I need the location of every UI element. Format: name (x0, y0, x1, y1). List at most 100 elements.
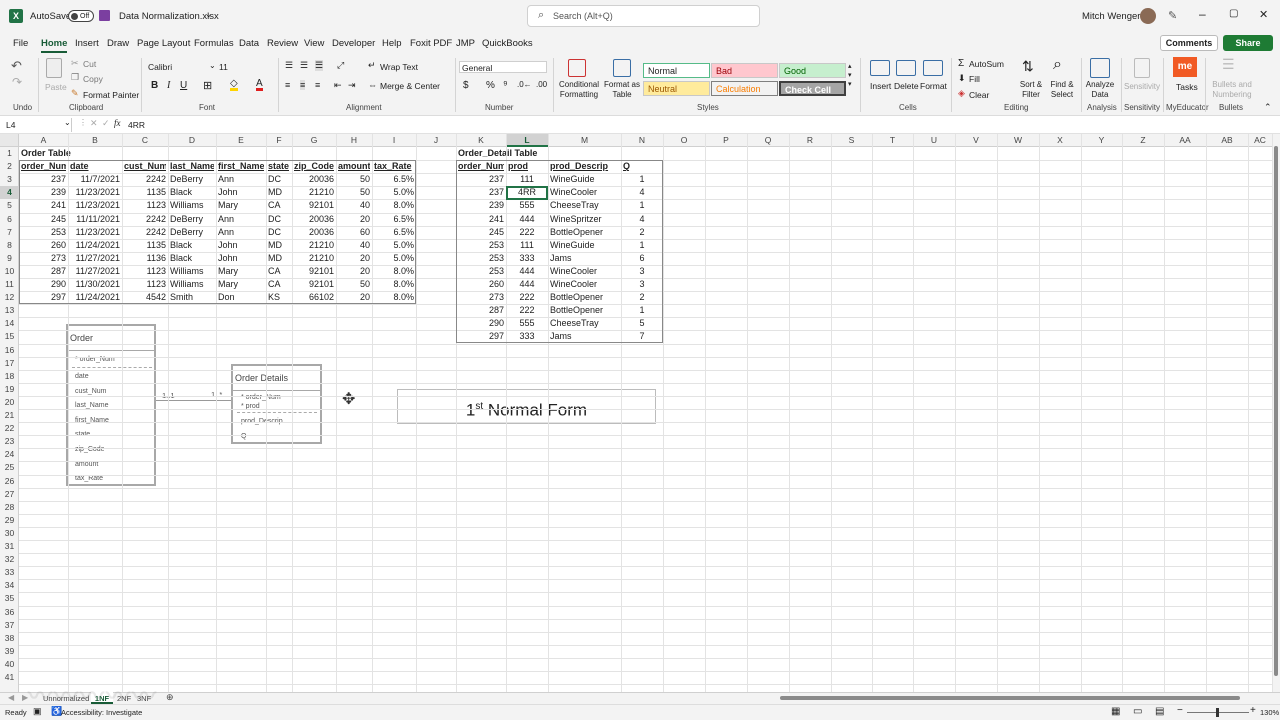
order-table-cell[interactable]: Ann (218, 173, 264, 187)
menu-page-layout[interactable]: Page Layout (137, 38, 190, 49)
order-table-cell[interactable]: 11/23/2021 (70, 186, 120, 200)
order-detail-table-cell[interactable]: 237 (458, 173, 504, 187)
order-table-cell[interactable]: 11/24/2021 (70, 291, 120, 305)
order-table-header[interactable]: state (268, 160, 290, 174)
order-table-cell[interactable]: 11/30/2021 (70, 278, 120, 291)
order-table-cell[interactable]: Williams (170, 278, 214, 291)
avatar[interactable] (1140, 8, 1156, 24)
menu-draw[interactable]: Draw (107, 38, 129, 49)
column-header-aa[interactable]: AA (1164, 134, 1206, 147)
select-all-corner[interactable] (0, 134, 19, 147)
bullets-numbering-button[interactable]: Bullets and Numbering (1207, 80, 1257, 100)
user-name[interactable]: Mitch Wenger (1082, 11, 1140, 22)
align-center-icon[interactable]: ≡ (300, 80, 306, 90)
order-table-cell[interactable]: MD (268, 238, 290, 252)
order-table-cell[interactable]: 92101 (294, 264, 334, 278)
order-table-cell[interactable]: CA (268, 199, 290, 213)
order-detail-table-header[interactable]: prod_Descrip (550, 160, 619, 174)
normal-view-icon[interactable]: ▦ (1111, 706, 1120, 717)
vertical-scroll-thumb[interactable] (1274, 146, 1278, 676)
column-header-c[interactable]: C (122, 134, 168, 147)
myeducator-tasks-icon[interactable]: me (1173, 57, 1197, 77)
row-header-31[interactable]: 31 (0, 540, 19, 553)
order-detail-table-cell[interactable]: 222 (508, 304, 546, 318)
order-table-cell[interactable]: 8.0% (374, 291, 414, 305)
page-break-view-icon[interactable]: ▤ (1155, 706, 1164, 717)
order-table-cell[interactable]: 40 (338, 238, 370, 252)
row-header-16[interactable]: 16 (0, 344, 19, 357)
font-color-icon[interactable]: A (256, 79, 263, 91)
order-table-cell[interactable]: MD (268, 186, 290, 200)
order-detail-table-cell[interactable]: BottleOpener (550, 225, 619, 239)
order-detail-table-cell[interactable]: 2 (623, 291, 661, 305)
order-table-cell[interactable]: 6.5% (374, 173, 414, 187)
order-detail-table-title[interactable]: Order_Detail Table (458, 147, 568, 160)
zoom-out-icon[interactable]: − (1177, 705, 1183, 716)
order-table-cell[interactable]: DC (268, 212, 290, 226)
order-detail-table-cell[interactable]: 1 (623, 199, 661, 213)
row-header-26[interactable]: 26 (0, 475, 19, 488)
row-header-40[interactable]: 40 (0, 658, 19, 671)
normal-form-callout[interactable]: 1st Normal Form (397, 389, 656, 424)
order-table-cell[interactable]: DC (268, 173, 290, 187)
row-header-28[interactable]: 28 (0, 501, 19, 514)
scissors-icon[interactable]: ✂ (71, 58, 79, 69)
align-top-icon[interactable]: ☰ (285, 60, 293, 71)
order-table-cell[interactable]: 2242 (124, 212, 166, 226)
row-header-37[interactable]: 37 (0, 619, 19, 632)
collapse-ribbon-icon[interactable]: ⌃ (1264, 102, 1272, 113)
order-detail-table-cell[interactable]: 239 (458, 199, 504, 213)
horizontal-scrollbar[interactable] (770, 695, 1250, 702)
order-table-cell[interactable]: CA (268, 264, 290, 278)
order-detail-table-cell[interactable]: WineSpritzer (550, 212, 619, 226)
macro-icon[interactable]: ▣ (33, 706, 42, 717)
merge-center-button[interactable]: Merge & Center (380, 81, 440, 91)
menu-insert[interactable]: Insert (75, 38, 99, 49)
column-header-q[interactable]: Q (747, 134, 789, 147)
style-bad[interactable]: Bad (711, 63, 778, 78)
order-table-cell[interactable]: John (218, 238, 264, 252)
menu-developer[interactable]: Developer (332, 38, 375, 49)
order-table-cell[interactable]: 1123 (124, 264, 166, 278)
row-header-10[interactable]: 10 (0, 265, 19, 278)
order-table-cell[interactable]: 11/23/2021 (70, 225, 120, 239)
column-header-s[interactable]: S (831, 134, 872, 147)
row-header-35[interactable]: 35 (0, 592, 19, 605)
order-detail-table-cell[interactable]: 1 (623, 173, 661, 187)
column-header-g[interactable]: G (292, 134, 336, 147)
order-table-cell[interactable]: 50 (338, 186, 370, 200)
order-table-cell[interactable]: 245 (21, 212, 66, 226)
row-header-14[interactable]: 14 (0, 317, 19, 330)
row-header-18[interactable]: 18 (0, 370, 19, 383)
order-table-cell[interactable]: 1135 (124, 186, 166, 200)
order-table-cell[interactable]: 20 (338, 264, 370, 278)
fill-button[interactable]: Fill (969, 74, 980, 84)
menu-quickbooks[interactable]: QuickBooks (482, 38, 533, 49)
order-detail-table-cell[interactable]: WineGuide (550, 173, 619, 187)
row-header-36[interactable]: 36 (0, 606, 19, 619)
row-header-34[interactable]: 34 (0, 579, 19, 592)
order-table-cell[interactable]: 6.5% (374, 212, 414, 226)
order-detail-table-cell[interactable]: 3 (623, 264, 661, 278)
brush-icon[interactable]: ✎ (71, 88, 79, 99)
order-detail-table-header[interactable]: prod (508, 160, 546, 174)
column-header-t[interactable]: T (872, 134, 913, 147)
order-table-cell[interactable]: Williams (170, 199, 214, 213)
column-header-ac[interactable]: AC (1248, 134, 1272, 147)
order-detail-table-cell[interactable]: Jams (550, 251, 619, 265)
order-detail-table-header[interactable]: Q (623, 160, 661, 174)
format-as-table-button[interactable]: Format as Table (603, 80, 641, 100)
wrap-text-button[interactable]: Wrap Text (380, 62, 418, 72)
order-detail-table-cell[interactable]: CheeseTray (550, 199, 619, 213)
font-name-select[interactable]: Calibri (146, 61, 216, 73)
order-table-cell[interactable]: 2242 (124, 173, 166, 187)
enter-icon[interactable]: ✓ (102, 118, 110, 129)
row-header-7[interactable]: 7 (0, 226, 19, 239)
align-bottom-icon[interactable]: ☰ (315, 60, 324, 71)
analyze-data-icon[interactable] (1090, 58, 1110, 78)
undo-icon[interactable]: ↶ (11, 58, 22, 74)
order-table-cell[interactable]: 50 (338, 278, 370, 291)
order-table-cell[interactable]: 297 (21, 291, 66, 305)
order-table-cell[interactable]: 237 (21, 173, 66, 187)
row-header-4[interactable]: 4 (0, 186, 19, 200)
